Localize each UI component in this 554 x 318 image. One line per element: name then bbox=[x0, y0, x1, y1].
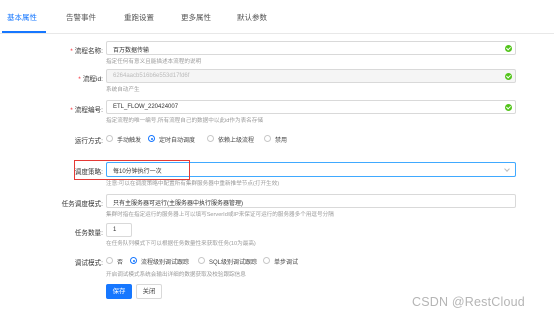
chevron-down-icon bbox=[504, 166, 510, 172]
tab-default-params[interactable]: 默认参数 bbox=[237, 12, 267, 23]
task-count-help: 在任务队列模式下可以根据任务数量性来获取任务(10为最高) bbox=[106, 241, 256, 247]
flow-code-input[interactable]: ETL_FLOW_220424007 bbox=[106, 100, 516, 114]
tab-more-properties[interactable]: 更多属性 bbox=[181, 12, 211, 23]
flow-name-help: 指定任何有意义且能描述本流程的说明 bbox=[106, 59, 202, 65]
flow-code-help: 指定流程的唯一编号,所有流程自己的数据中以此id作为表名存储 bbox=[106, 118, 263, 124]
task-count-value: 1 bbox=[113, 226, 117, 233]
server-mode-value: 只有主服务器可运行(主服务器中执行服务器管理) bbox=[113, 200, 243, 207]
flow-id-value: 6264aacb516b6e553d17fd6f bbox=[113, 72, 190, 79]
debug-mode-help: 开启调试模式系统会输出详细的数据获取及校验跟踪信息 bbox=[106, 272, 246, 278]
check-circle-icon bbox=[505, 104, 512, 111]
check-circle-icon bbox=[505, 73, 512, 80]
debug-mode-label: 调试模式: bbox=[74, 260, 103, 267]
run-mode-label: 运行方式: bbox=[74, 138, 103, 145]
server-mode-input[interactable]: 只有主服务器可运行(主服务器中执行服务器管理) bbox=[106, 194, 516, 208]
check-circle-icon bbox=[505, 45, 512, 52]
flow-name-input[interactable]: 百万数据传输 bbox=[106, 41, 516, 55]
task-count-input[interactable]: 1 bbox=[106, 223, 132, 237]
tab-basic-properties[interactable]: 基本属性 bbox=[7, 12, 37, 23]
flow-code-label: * 流程编号: bbox=[70, 107, 103, 114]
task-count-label: 任务数量: bbox=[74, 230, 103, 237]
flow-id-help: 系统自动产生 bbox=[106, 87, 140, 93]
schedule-help: 注意:可以在调度策略中配置所有集群服务器中重新推举节点(打开生效) bbox=[106, 181, 280, 187]
active-tab-indicator bbox=[2, 31, 46, 33]
save-button[interactable]: 保存 bbox=[106, 284, 132, 299]
flow-name-label: * 流程名称: bbox=[70, 48, 103, 55]
flow-name-value: 百万数据传输 bbox=[113, 47, 150, 54]
tab-bar: 基本属性 告警事件 重跑设置 更多属性 默认参数 bbox=[0, 0, 554, 34]
tab-alarm-events[interactable]: 告警事件 bbox=[66, 12, 96, 23]
schedule-highlight-box bbox=[74, 160, 190, 180]
flow-id-input: 6264aacb516b6e553d17fd6f bbox=[106, 69, 516, 83]
tab-rerun-settings[interactable]: 重跑设置 bbox=[124, 12, 154, 23]
flow-code-value: ETL_FLOW_220424007 bbox=[113, 103, 179, 110]
csdn-watermark: CSDN @RestCloud bbox=[412, 295, 525, 309]
flow-id-label: * 流程id: bbox=[78, 76, 103, 83]
server-mode-help: 集群时指在指定运行的服务器上可以填写ServerId或IP来保证可运行的服务器多… bbox=[106, 212, 334, 218]
close-button[interactable]: 关闭 bbox=[136, 284, 162, 299]
server-mode-label: 任务调度模式: bbox=[61, 201, 103, 208]
